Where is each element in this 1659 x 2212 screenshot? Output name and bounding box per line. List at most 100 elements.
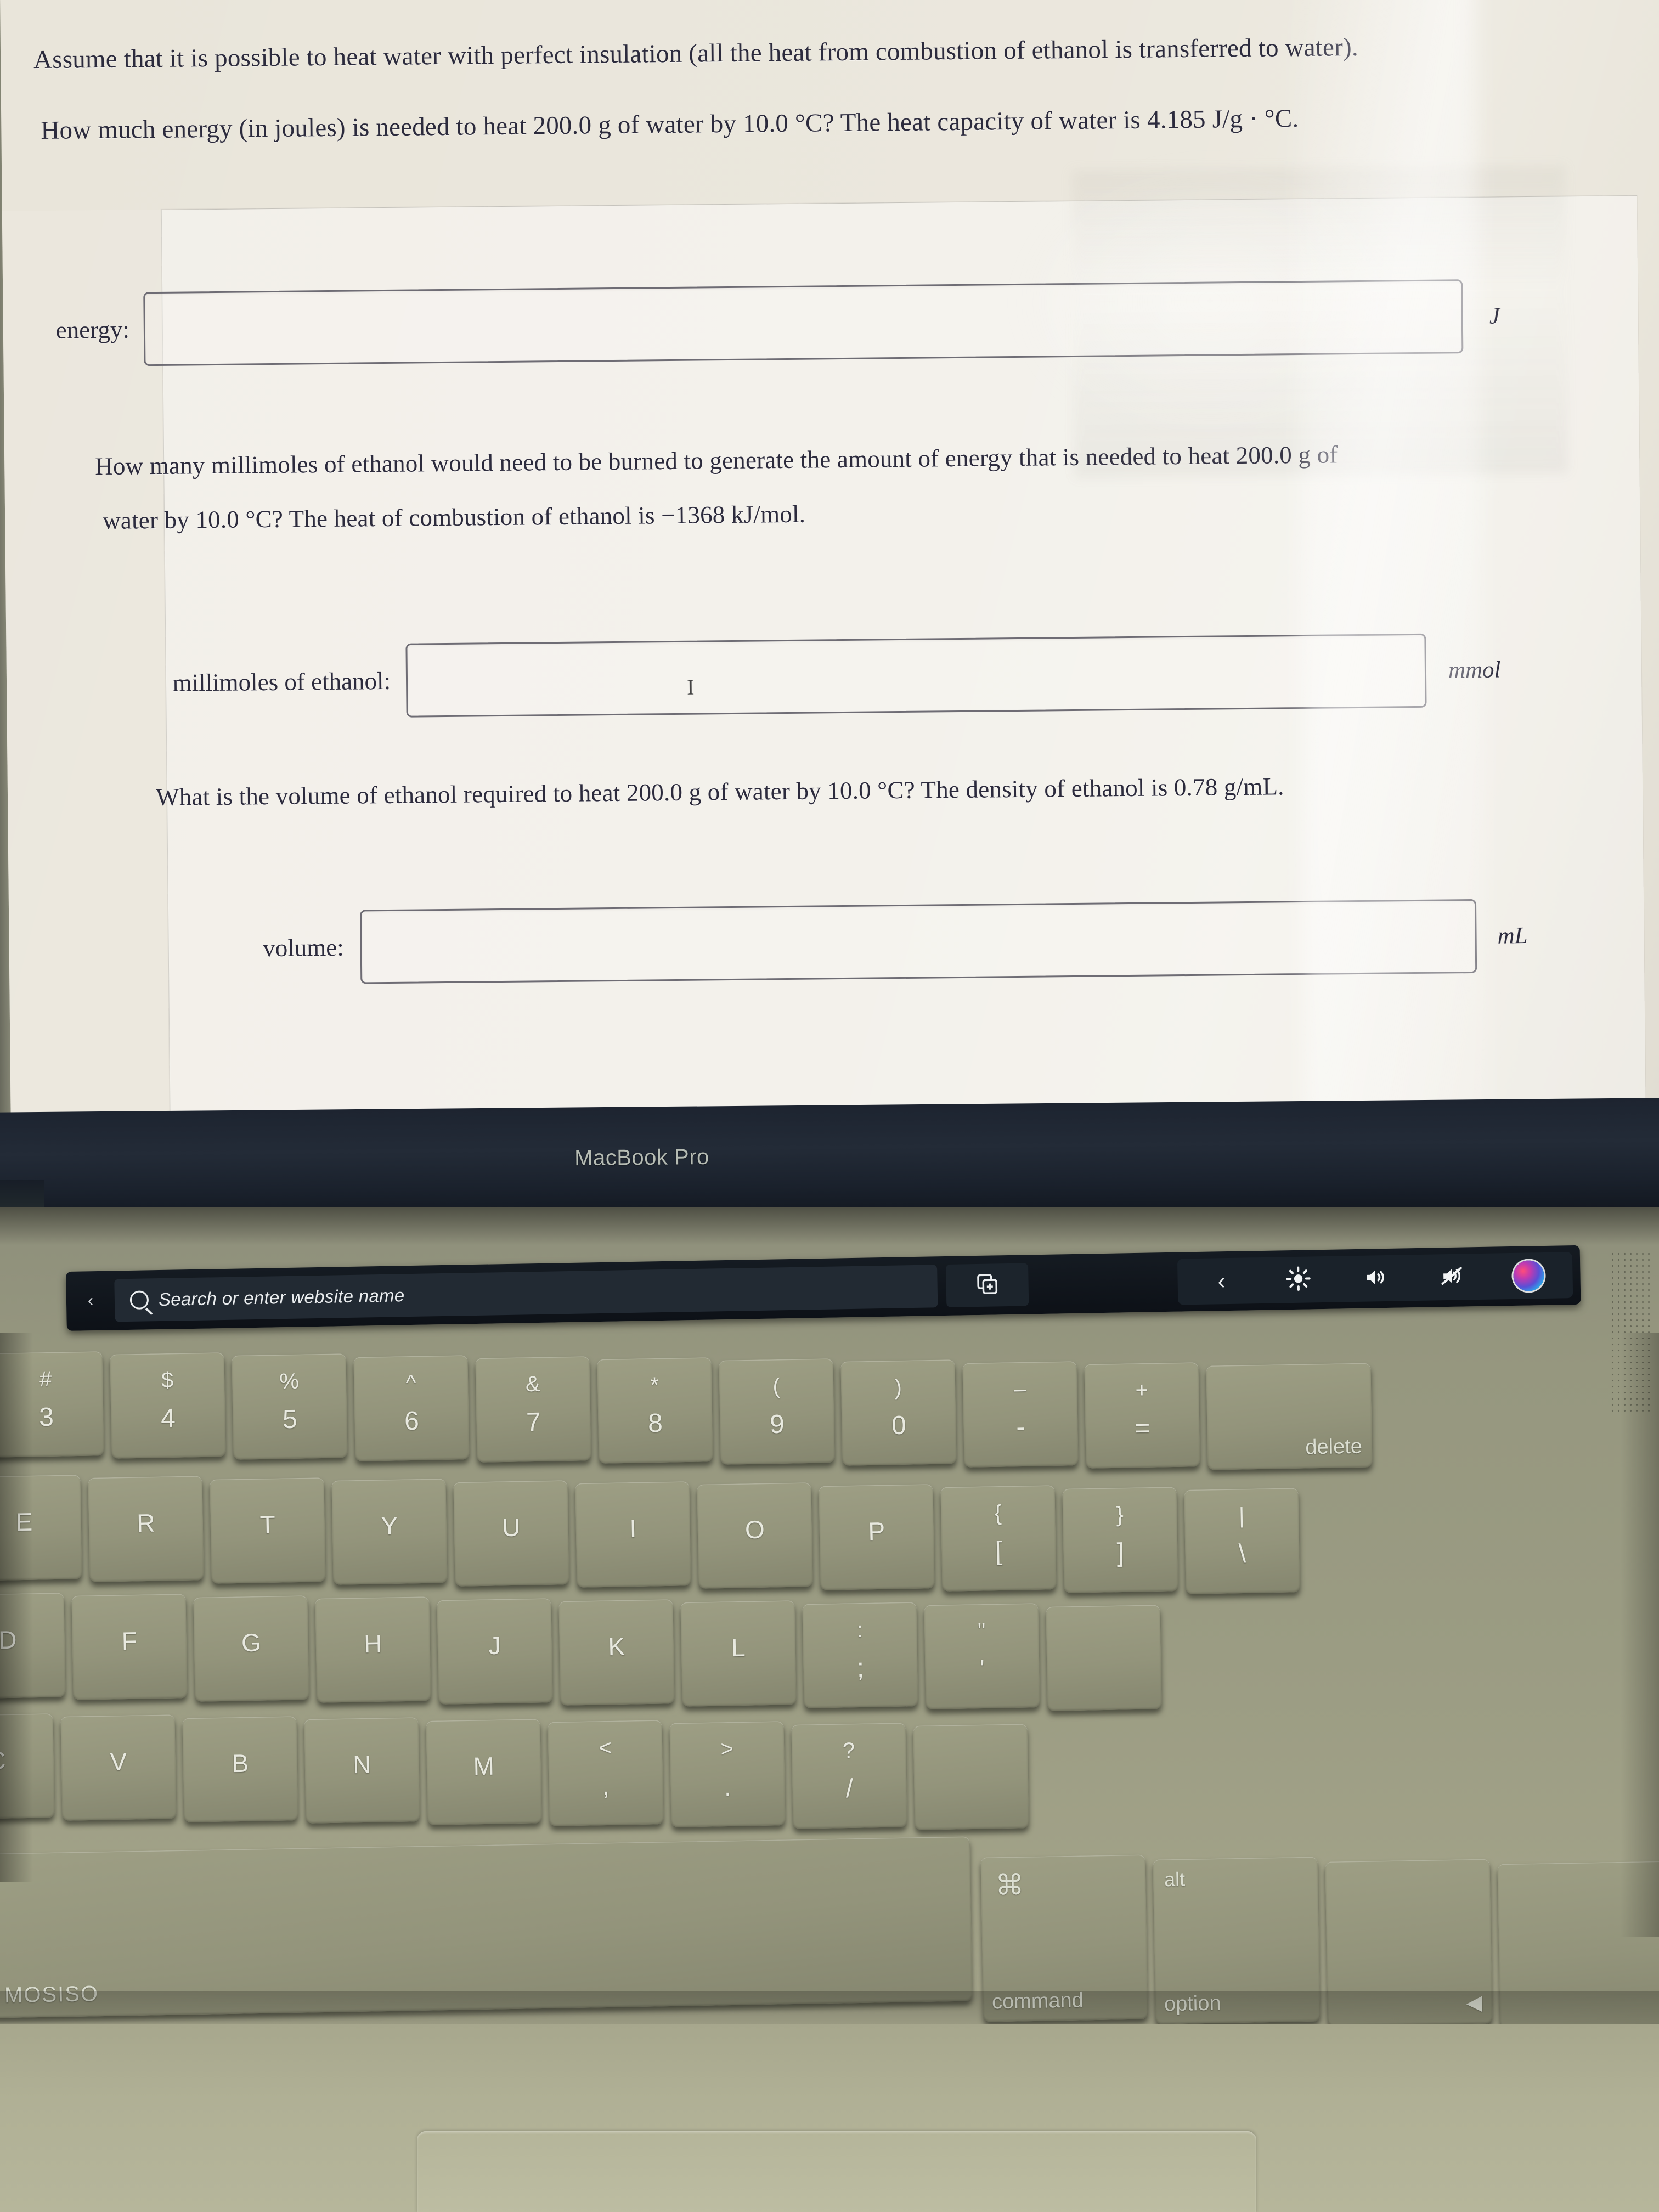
- new-tab-icon: [975, 1272, 1000, 1299]
- key-label: K: [608, 1632, 625, 1661]
- key-7[interactable]: & 7: [475, 1356, 591, 1463]
- key-k[interactable]: K: [558, 1599, 675, 1706]
- search-icon: [129, 1290, 149, 1310]
- answer-row-millimoles: millimoles of ethanol: mmol: [6, 633, 1501, 721]
- key-punct-z-6[interactable]: >.: [669, 1721, 786, 1828]
- volume-input[interactable]: [360, 899, 1477, 984]
- key-5-label: 5: [282, 1405, 298, 1435]
- key-9[interactable]: (9: [719, 1358, 835, 1465]
- key-6[interactable]: ^ 6: [353, 1355, 470, 1462]
- key-shift-label: ?: [842, 1738, 855, 1763]
- millimoles-label: millimoles of ethanol:: [172, 667, 391, 697]
- key-4[interactable]: $4: [110, 1352, 226, 1459]
- energy-label: energy:: [55, 315, 130, 344]
- key-n[interactable]: N: [304, 1717, 420, 1824]
- key-label: V: [110, 1747, 127, 1776]
- text-cursor-icon: I: [686, 674, 695, 699]
- screenshot-root: Assume that it is possible to heat water…: [0, 0, 1659, 2212]
- new-tab-button[interactable]: [946, 1263, 1029, 1307]
- key-9-shift-label: (: [772, 1374, 781, 1398]
- touchbar-mute-button[interactable]: [1413, 1254, 1491, 1301]
- key---label: -: [1015, 1412, 1025, 1442]
- touchbar-control-strip[interactable]: ‹: [1177, 1252, 1573, 1305]
- key-label: [: [995, 1537, 1003, 1566]
- key-punct-z-5[interactable]: <,: [548, 1720, 664, 1826]
- volume-label: volume:: [262, 933, 344, 962]
- key-f[interactable]: F: [71, 1594, 188, 1701]
- key-6-label: 6: [404, 1406, 420, 1436]
- key-p[interactable]: P: [819, 1483, 935, 1590]
- key-label: [1047, 1655, 1161, 1657]
- key-0-label: 0: [891, 1411, 907, 1441]
- browser-page: Assume that it is possible to heat water…: [0, 0, 1659, 1127]
- millimoles-input[interactable]: [405, 633, 1427, 718]
- key-4-shift-label: $: [161, 1368, 174, 1392]
- key-label: G: [241, 1628, 262, 1657]
- key--[interactable]: – -: [962, 1361, 1079, 1468]
- problem-question-1: How much energy (in joules) is needed to…: [41, 104, 1299, 145]
- touchbar-brightness-button[interactable]: [1260, 1256, 1337, 1304]
- key-bracket-9[interactable]: }]: [1062, 1486, 1178, 1593]
- key-delete[interactable]: delete: [1206, 1363, 1373, 1470]
- key-label: ]: [1116, 1538, 1125, 1567]
- touchbar-esc-button[interactable]: ‹: [74, 1280, 107, 1322]
- key-punct-z-7[interactable]: ? /: [791, 1722, 907, 1829]
- key-4-label: 4: [160, 1404, 176, 1434]
- key---shift-label: –: [1013, 1376, 1026, 1401]
- key-punct-8[interactable]: " ': [924, 1603, 1040, 1709]
- key-j[interactable]: J: [437, 1598, 553, 1705]
- touchbar-search-placeholder: Search or enter website name: [158, 1285, 405, 1310]
- command-icon: ⌘: [995, 1869, 1024, 1902]
- key-=-shift-label: +: [1135, 1378, 1149, 1402]
- key-label: F: [121, 1627, 138, 1656]
- key-punct-z-8[interactable]: [913, 1724, 1029, 1830]
- key-h[interactable]: H: [315, 1596, 431, 1703]
- key-5[interactable]: % 5: [232, 1353, 348, 1460]
- energy-input[interactable]: [143, 279, 1464, 366]
- key-t[interactable]: T: [210, 1477, 326, 1584]
- key-=-label: =: [1134, 1413, 1150, 1443]
- key-punct-9[interactable]: [1046, 1604, 1162, 1711]
- siri-icon: [1513, 1260, 1545, 1291]
- key-0[interactable]: ) 0: [840, 1359, 957, 1466]
- key-y[interactable]: Y: [331, 1479, 448, 1585]
- key-shift-label: >: [720, 1736, 734, 1762]
- key-space-brand[interactable]: MOSISO: [0, 1836, 973, 2018]
- touchbar-volume-button[interactable]: [1336, 1255, 1414, 1302]
- key-i[interactable]: I: [575, 1481, 691, 1588]
- key-m[interactable]: M: [426, 1718, 542, 1825]
- key-l[interactable]: L: [680, 1600, 797, 1707]
- key-v[interactable]: V: [60, 1714, 177, 1821]
- key-9-label: 9: [769, 1410, 785, 1440]
- key-label: L: [731, 1633, 746, 1662]
- touchbar-expand-button[interactable]: ‹: [1183, 1257, 1260, 1305]
- key-b[interactable]: B: [182, 1716, 298, 1822]
- laptop-lid-bottom: [0, 1097, 1659, 1225]
- deck-right-vignette: [1621, 1333, 1659, 1937]
- key-u[interactable]: U: [453, 1480, 569, 1587]
- touchbar-siri-button[interactable]: [1490, 1252, 1567, 1299]
- key-label: R: [136, 1509, 155, 1538]
- key-label: B: [232, 1748, 249, 1778]
- key-r[interactable]: R: [88, 1476, 204, 1583]
- touchbar-search-field[interactable]: Search or enter website name: [114, 1265, 938, 1322]
- key-shift-label: [1046, 1619, 1160, 1621]
- key-=[interactable]: + =: [1084, 1362, 1200, 1469]
- trackpad[interactable]: [417, 2131, 1256, 2212]
- key-punct-7[interactable]: :;: [802, 1601, 918, 1708]
- key-bracket-8[interactable]: {[: [940, 1485, 1057, 1592]
- key-shift-label: <: [599, 1735, 612, 1760]
- key-8[interactable]: * 8: [597, 1357, 713, 1464]
- key-g[interactable]: G: [193, 1595, 309, 1702]
- millimoles-unit: mmol: [1448, 657, 1501, 684]
- energy-unit: J: [1489, 303, 1500, 329]
- key-bracket-10[interactable]: | \: [1184, 1488, 1300, 1594]
- answer-row-energy: energy: J: [3, 279, 1500, 367]
- key-8-label: 8: [647, 1408, 663, 1438]
- brightness-icon: [1285, 1266, 1311, 1294]
- macbook-pro-logo: MacBook Pro: [574, 1144, 709, 1171]
- key-o[interactable]: O: [697, 1482, 813, 1589]
- key-label: ': [979, 1655, 985, 1684]
- key-option-alt-label: alt: [1164, 1867, 1186, 1891]
- key-7-shift-label: &: [525, 1372, 540, 1396]
